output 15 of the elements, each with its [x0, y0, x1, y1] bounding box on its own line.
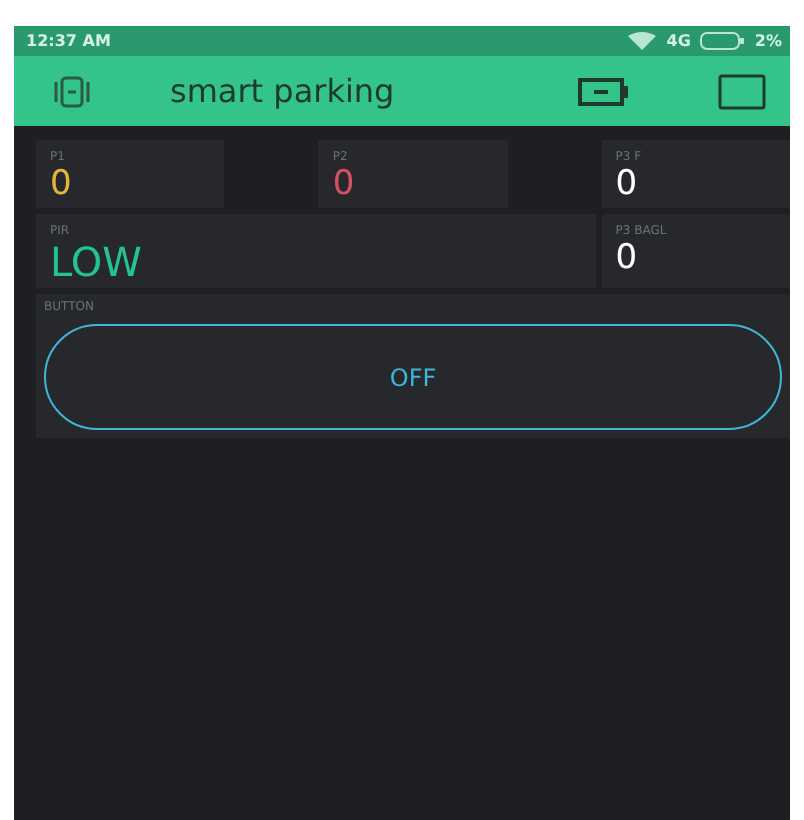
toggle-button[interactable]: OFF	[44, 324, 782, 430]
battery-icon[interactable]	[578, 75, 630, 107]
widget-value: 0	[615, 164, 640, 204]
square-icon[interactable]	[718, 73, 766, 109]
widget-value: 0	[50, 164, 74, 204]
widget-value: 0	[332, 164, 357, 204]
network-label: 4G	[666, 32, 691, 50]
app-title: smart parking	[170, 72, 395, 110]
status-time: 12:37 AM	[26, 32, 111, 50]
wifi-icon	[628, 32, 657, 50]
widget-value: 0	[615, 238, 640, 278]
widget-value: LOW	[50, 238, 144, 286]
device-icon[interactable]	[50, 73, 94, 109]
battery-level: 2%	[754, 32, 782, 50]
battery-icon	[700, 32, 745, 50]
